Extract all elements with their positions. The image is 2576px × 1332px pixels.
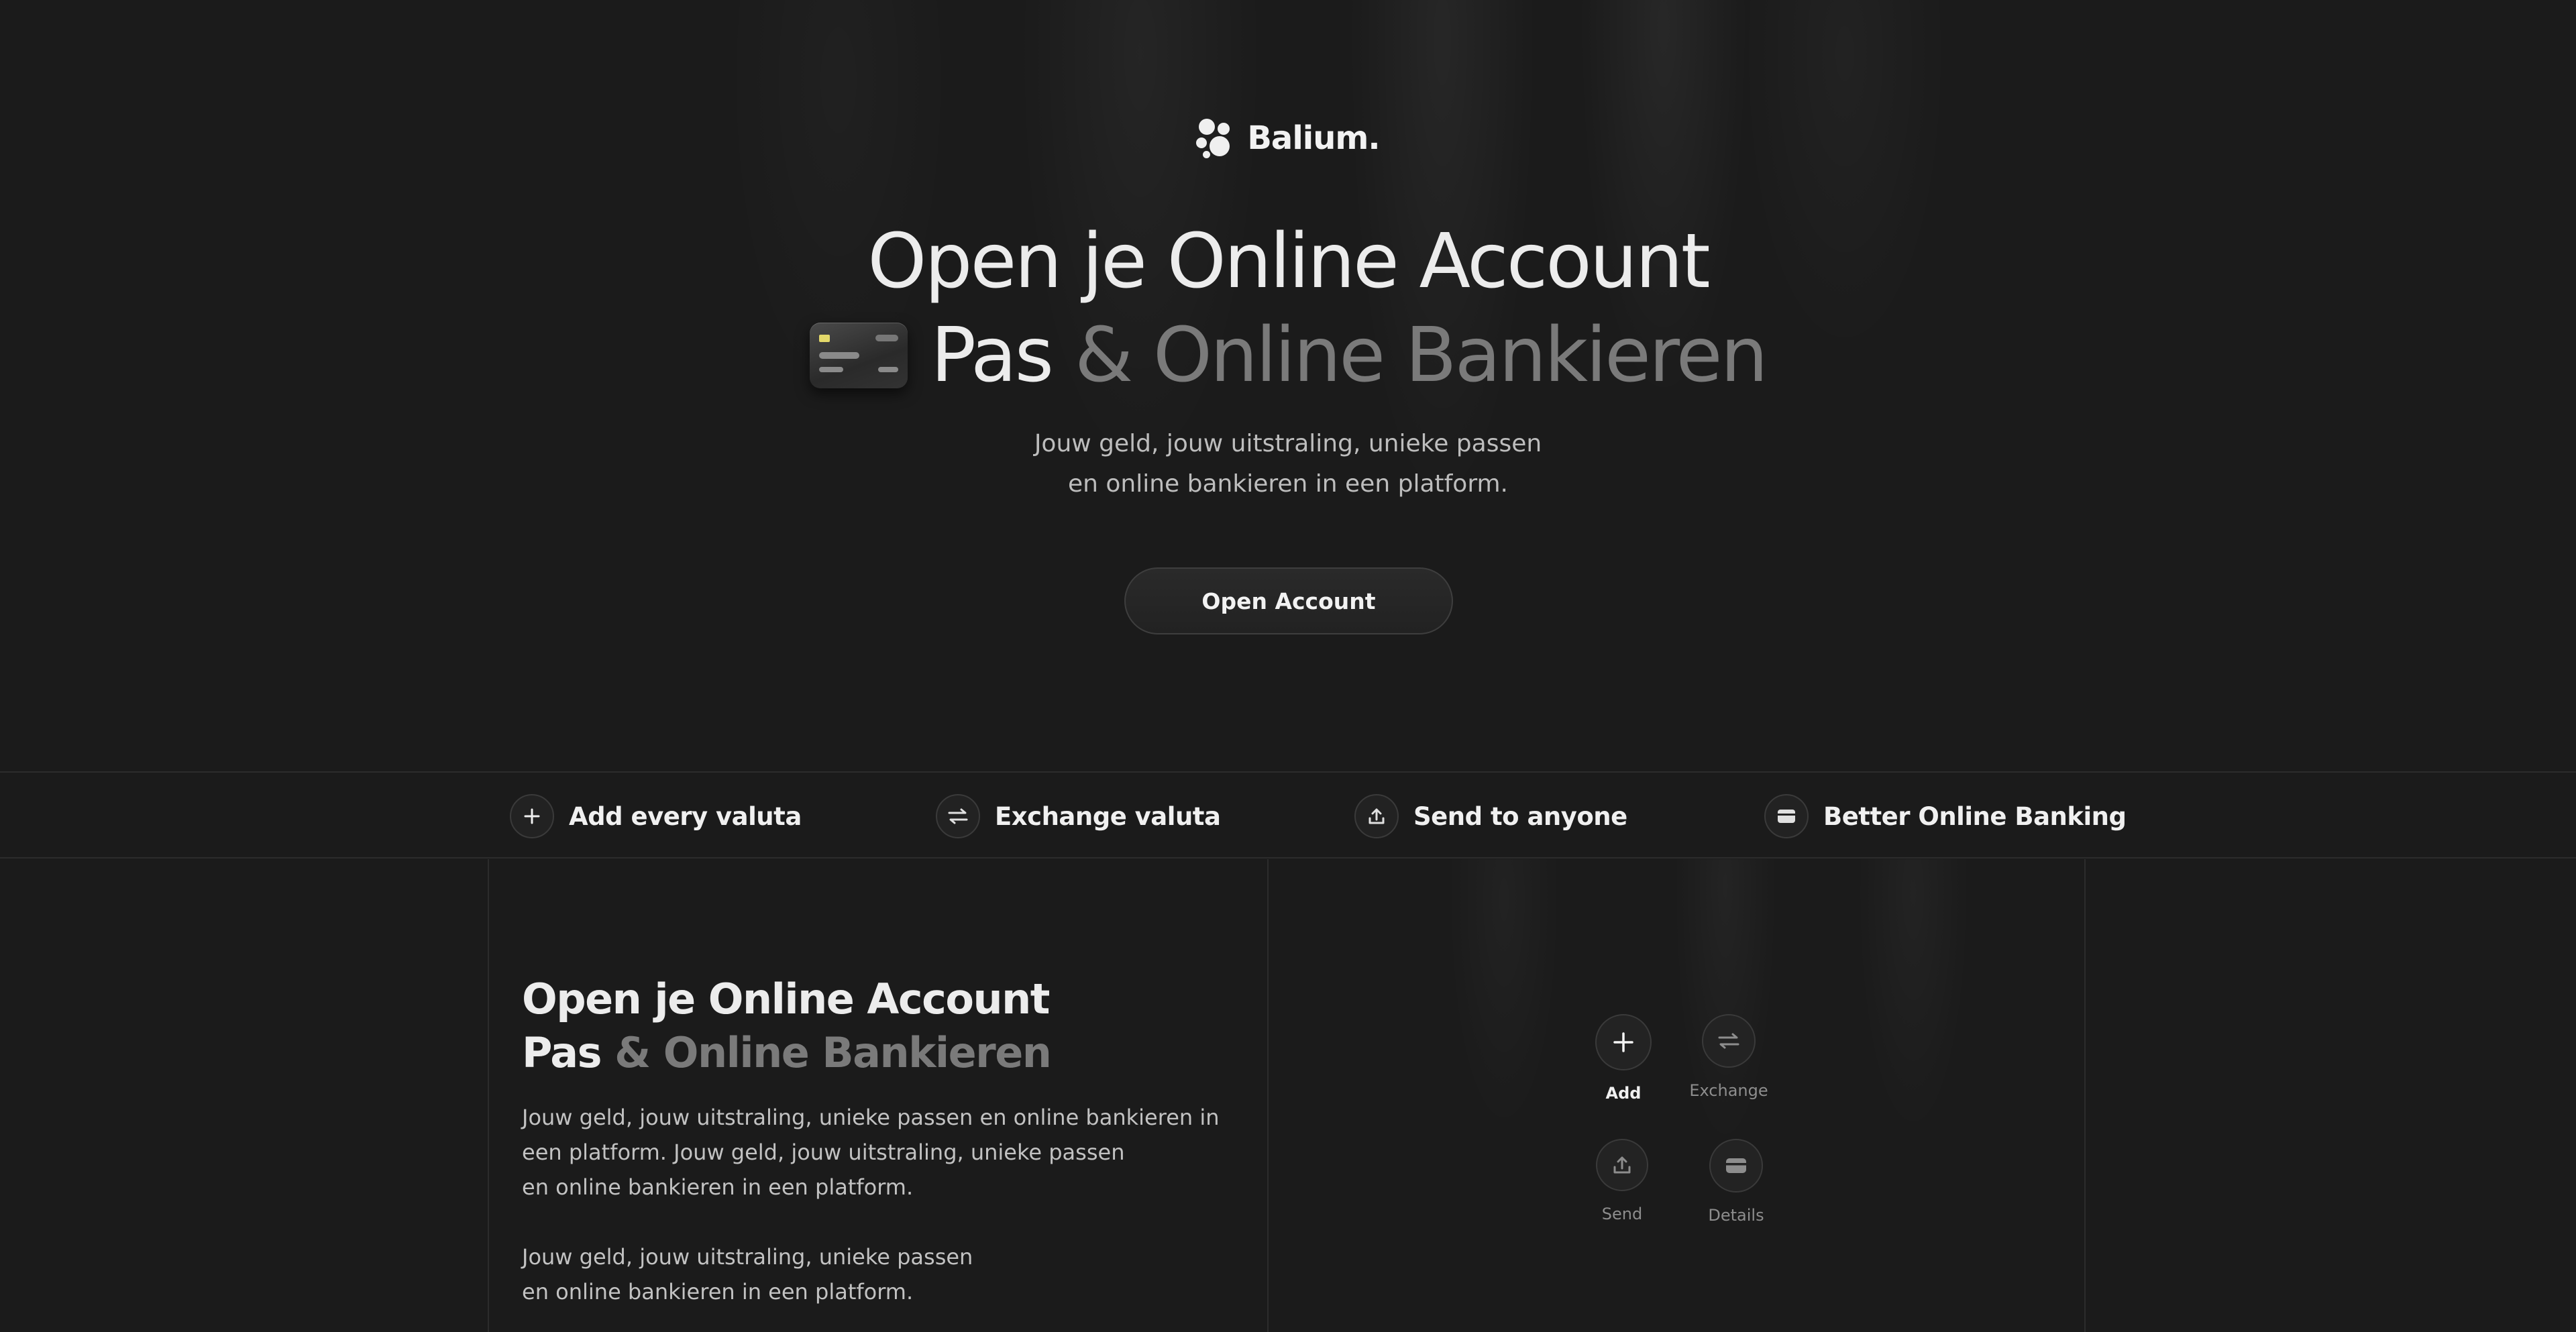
plus-icon — [510, 794, 554, 838]
hero-title-line2: Pas & Online Bankieren — [0, 312, 2576, 399]
brand-logo[interactable]: Balium. — [0, 117, 2576, 159]
card-icon — [1764, 794, 1809, 838]
section-body-line: Jouw geld, jouw uitstraling, unieke pass… — [522, 1105, 1220, 1130]
hero-subtitle-line1: Jouw geld, jouw uitstraling, unieke pass… — [1034, 430, 1542, 457]
action-exchange[interactable]: Exchange — [1662, 1014, 1796, 1100]
balium-dots-logo-icon — [1196, 117, 1235, 159]
card-icon — [1709, 1139, 1763, 1192]
section-body-line: een platform. Jouw geld, jouw uitstralin… — [522, 1140, 1125, 1165]
open-account-button[interactable]: Open Account — [1124, 567, 1453, 634]
feature-label: Add every valuta — [569, 801, 802, 831]
feature-exchange-valuta[interactable]: Exchange valuta — [936, 794, 1221, 838]
feature-label: Send to anyone — [1413, 801, 1627, 831]
section-body-paragraph-1: Jouw geld, jouw uitstraling, unieke pass… — [522, 1100, 1260, 1205]
feature-send-to-anyone[interactable]: Send to anyone — [1354, 794, 1627, 838]
section-body-line: Jouw geld, jouw uitstraling, unieke pass… — [522, 1244, 973, 1270]
feature-add-every-valuta[interactable]: Add every valuta — [510, 794, 802, 838]
feature-better-online-banking[interactable]: Better Online Banking — [1764, 794, 2127, 838]
page: Balium. Open je Online Account Pas & Onl… — [0, 0, 2576, 1332]
action-label: Add — [1605, 1084, 1642, 1103]
action-label: Send — [1601, 1205, 1643, 1223]
column-divider-middle — [1267, 859, 1269, 1332]
feature-strip: Add every valuta Exchange valuta Send to… — [0, 771, 2576, 858]
section-title-line1: Open je Online Account — [522, 975, 1050, 1023]
hero-title-muted: & Online Bankieren — [1074, 312, 1768, 399]
action-details[interactable]: Details — [1669, 1139, 1803, 1225]
hero-title-strong: Pas — [930, 312, 1053, 399]
section-title-line2: Pas & Online Bankieren — [522, 1026, 1260, 1080]
hero-title-line1: Open je Online Account — [867, 218, 1710, 305]
hero-subtitle-line2: en online bankieren in een platform. — [1067, 470, 1509, 498]
hero-subtitle: Jouw geld, jouw uitstraling, unieke pass… — [0, 424, 2576, 504]
upload-send-icon — [1596, 1139, 1648, 1191]
section-title-muted: & Online Bankieren — [614, 1028, 1052, 1077]
plus-icon — [1595, 1014, 1652, 1070]
section-title-strong: Pas — [522, 1028, 602, 1077]
feature-label: Exchange valuta — [995, 801, 1221, 831]
section-text: Open je Online Account Pas & Online Bank… — [522, 973, 1260, 1309]
section-title: Open je Online Account Pas & Online Bank… — [522, 973, 1260, 1080]
upload-send-icon — [1354, 794, 1399, 838]
column-divider-left — [488, 859, 489, 1332]
section-body-line: en online bankieren in een platform. — [522, 1279, 914, 1305]
feature-label: Better Online Banking — [1823, 801, 2127, 831]
action-label: Exchange — [1689, 1081, 1768, 1100]
bank-card-icon — [810, 323, 908, 388]
exchange-arrows-icon — [936, 794, 980, 838]
action-label: Details — [1708, 1206, 1764, 1225]
section-body-paragraph-2: Jouw geld, jouw uitstraling, unieke pass… — [522, 1239, 1260, 1309]
section-body-line: en online bankieren in een platform. — [522, 1174, 914, 1200]
brand-name: Balium. — [1247, 119, 1380, 157]
exchange-arrows-icon — [1702, 1014, 1756, 1068]
